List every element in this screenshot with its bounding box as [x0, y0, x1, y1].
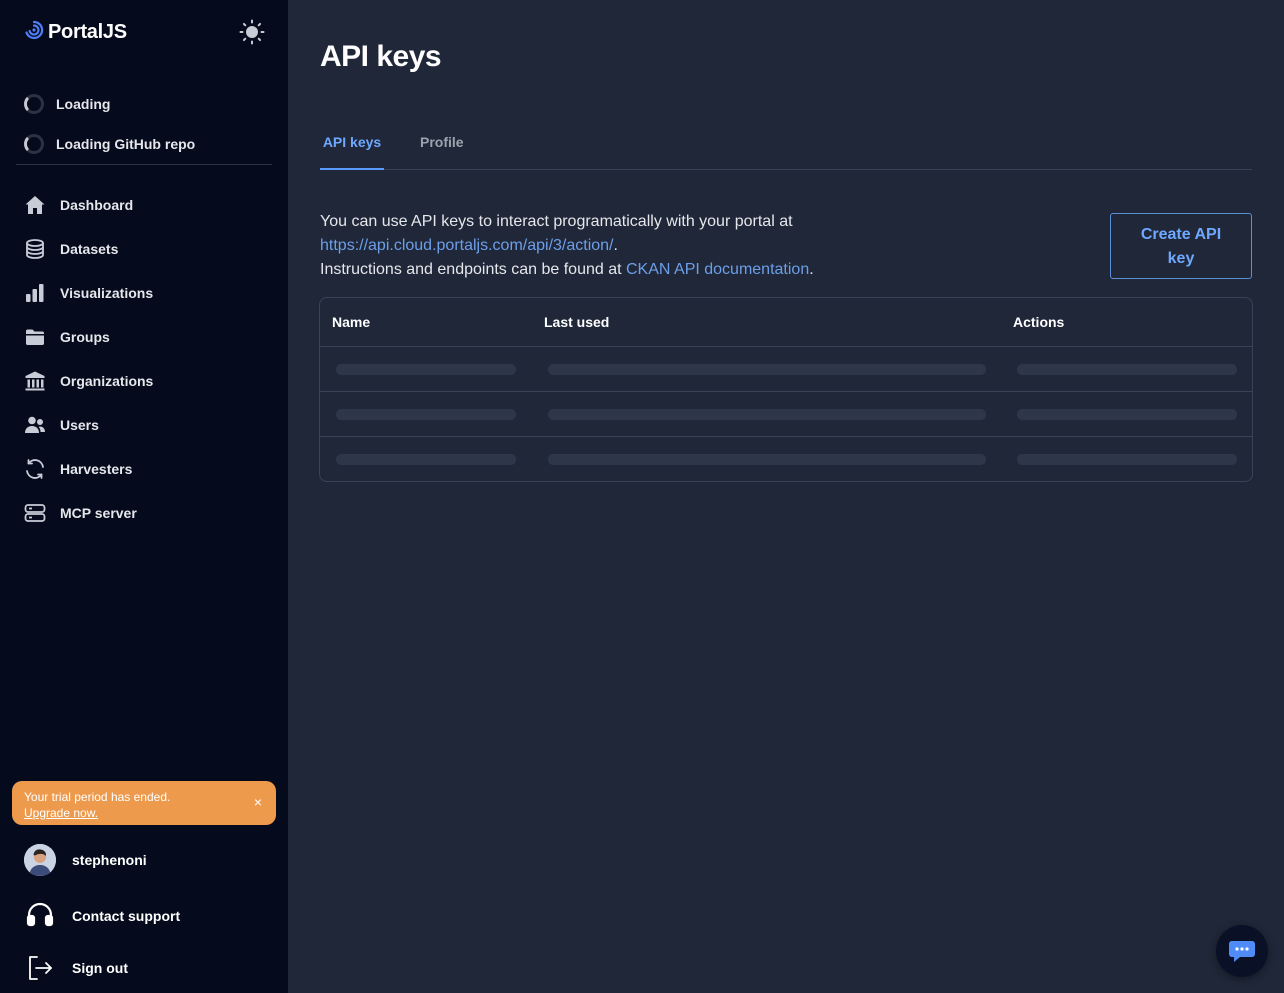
tab-bar: API keys Profile: [320, 122, 1252, 170]
column-header-actions: Actions: [1013, 314, 1065, 330]
chat-widget-button[interactable]: [1216, 925, 1268, 977]
skeleton-actions: [1017, 454, 1237, 465]
intro-line-1: You can use API keys to interact program…: [320, 213, 793, 230]
sidebar-item-label: Users: [60, 417, 99, 433]
users-icon: [24, 414, 46, 436]
sidebar-item-label: Dashboard: [60, 197, 134, 213]
spinner-icon: [24, 134, 44, 154]
trial-message: Your trial period has ended.: [24, 790, 171, 804]
server-icon: [24, 502, 46, 524]
sidebar-item-visualizations[interactable]: Visualizations: [24, 271, 272, 315]
sidebar-item-datasets[interactable]: Datasets: [24, 227, 272, 271]
table-row-skeleton: [320, 347, 1252, 392]
column-header-name: Name: [332, 314, 371, 330]
sign-out-button[interactable]: Sign out: [24, 952, 128, 984]
sidebar-item-organizations[interactable]: Organizations: [24, 359, 272, 403]
user-profile[interactable]: stephenoni: [24, 844, 147, 876]
intro-url-period: .: [613, 237, 618, 254]
logout-icon: [24, 952, 56, 984]
refresh-icon: [24, 458, 46, 480]
loading-status: Loading: [24, 94, 110, 114]
sidebar-item-users[interactable]: Users: [24, 403, 272, 447]
skeleton-actions: [1017, 364, 1237, 375]
sidebar-item-label: Organizations: [60, 373, 154, 389]
sidebar: PortalJS Loading Loading GitHub repo Das…: [0, 0, 288, 993]
loading-github-label: Loading GitHub repo: [56, 136, 196, 152]
intro-url-line: https://api.cloud.portaljs.com/api/3/act…: [320, 234, 1020, 258]
chat-bubble-icon: [1229, 941, 1255, 962]
page-title: API keys: [320, 40, 442, 73]
skeleton-actions: [1017, 409, 1237, 420]
avatar: [24, 844, 56, 876]
skeleton-name: [336, 409, 516, 420]
sidebar-item-dashboard[interactable]: Dashboard: [24, 183, 272, 227]
sidebar-item-mcp-server[interactable]: MCP server: [24, 491, 272, 535]
sign-out-label: Sign out: [72, 960, 128, 976]
building-icon: [24, 370, 46, 392]
api-endpoint-link[interactable]: https://api.cloud.portaljs.com/api/3/act…: [320, 237, 614, 254]
sidebar-item-harvesters[interactable]: Harvesters: [24, 447, 272, 491]
user-name: stephenoni: [72, 852, 147, 868]
sidebar-item-groups[interactable]: Groups: [24, 315, 272, 359]
api-keys-description: You can use API keys to interact program…: [320, 210, 1020, 282]
intro-doc-period: .: [809, 261, 814, 278]
sidebar-nav: Dashboard Datasets Visualizations Groups…: [24, 183, 272, 535]
contact-support-label: Contact support: [72, 908, 181, 924]
brand-name: PortalJS: [48, 21, 127, 43]
table-row-skeleton: [320, 392, 1252, 437]
loading-github-status: Loading GitHub repo: [24, 134, 195, 154]
intro-line-2: Instructions and endpoints can be found …: [320, 258, 1020, 282]
trial-banner: Your trial period has ended. Upgrade now…: [12, 781, 276, 825]
spinner-icon: [24, 94, 44, 114]
upgrade-link[interactable]: Upgrade now.: [24, 806, 98, 820]
skeleton-name: [336, 364, 516, 375]
folder-icon: [24, 326, 46, 348]
close-icon[interactable]: ×: [254, 794, 262, 810]
table-row-skeleton: [320, 437, 1252, 481]
brand-logo[interactable]: PortalJS: [24, 20, 127, 45]
sidebar-item-label: Datasets: [60, 241, 119, 257]
api-keys-table: Name Last used Actions: [319, 297, 1253, 482]
headset-icon: [24, 900, 56, 932]
create-api-key-button[interactable]: Create API key: [1110, 213, 1252, 279]
loading-label: Loading: [56, 96, 111, 112]
contact-support-button[interactable]: Contact support: [24, 900, 180, 932]
sidebar-item-label: MCP server: [60, 505, 137, 521]
skeleton-last-used: [548, 454, 986, 465]
skeleton-name: [336, 454, 516, 465]
database-icon: [24, 238, 46, 260]
sidebar-item-label: Visualizations: [60, 285, 154, 301]
bar-chart-icon: [24, 282, 46, 304]
sidebar-item-label: Harvesters: [60, 461, 133, 477]
intro-line-2-text: Instructions and endpoints can be found …: [320, 261, 626, 278]
portaljs-logo-icon: [24, 20, 44, 45]
theme-toggle-button[interactable]: [238, 18, 266, 46]
skeleton-last-used: [548, 409, 986, 420]
tab-api-keys[interactable]: API keys: [320, 122, 384, 170]
table-header: Name Last used Actions: [320, 298, 1252, 347]
tab-profile[interactable]: Profile: [420, 122, 464, 170]
home-icon: [24, 194, 46, 216]
ckan-docs-link[interactable]: CKAN API documentation: [626, 261, 809, 278]
column-header-last-used: Last used: [544, 314, 610, 330]
skeleton-last-used: [548, 364, 986, 375]
sun-icon: [239, 19, 265, 45]
sidebar-item-label: Groups: [60, 329, 110, 345]
sidebar-divider: [16, 164, 272, 165]
